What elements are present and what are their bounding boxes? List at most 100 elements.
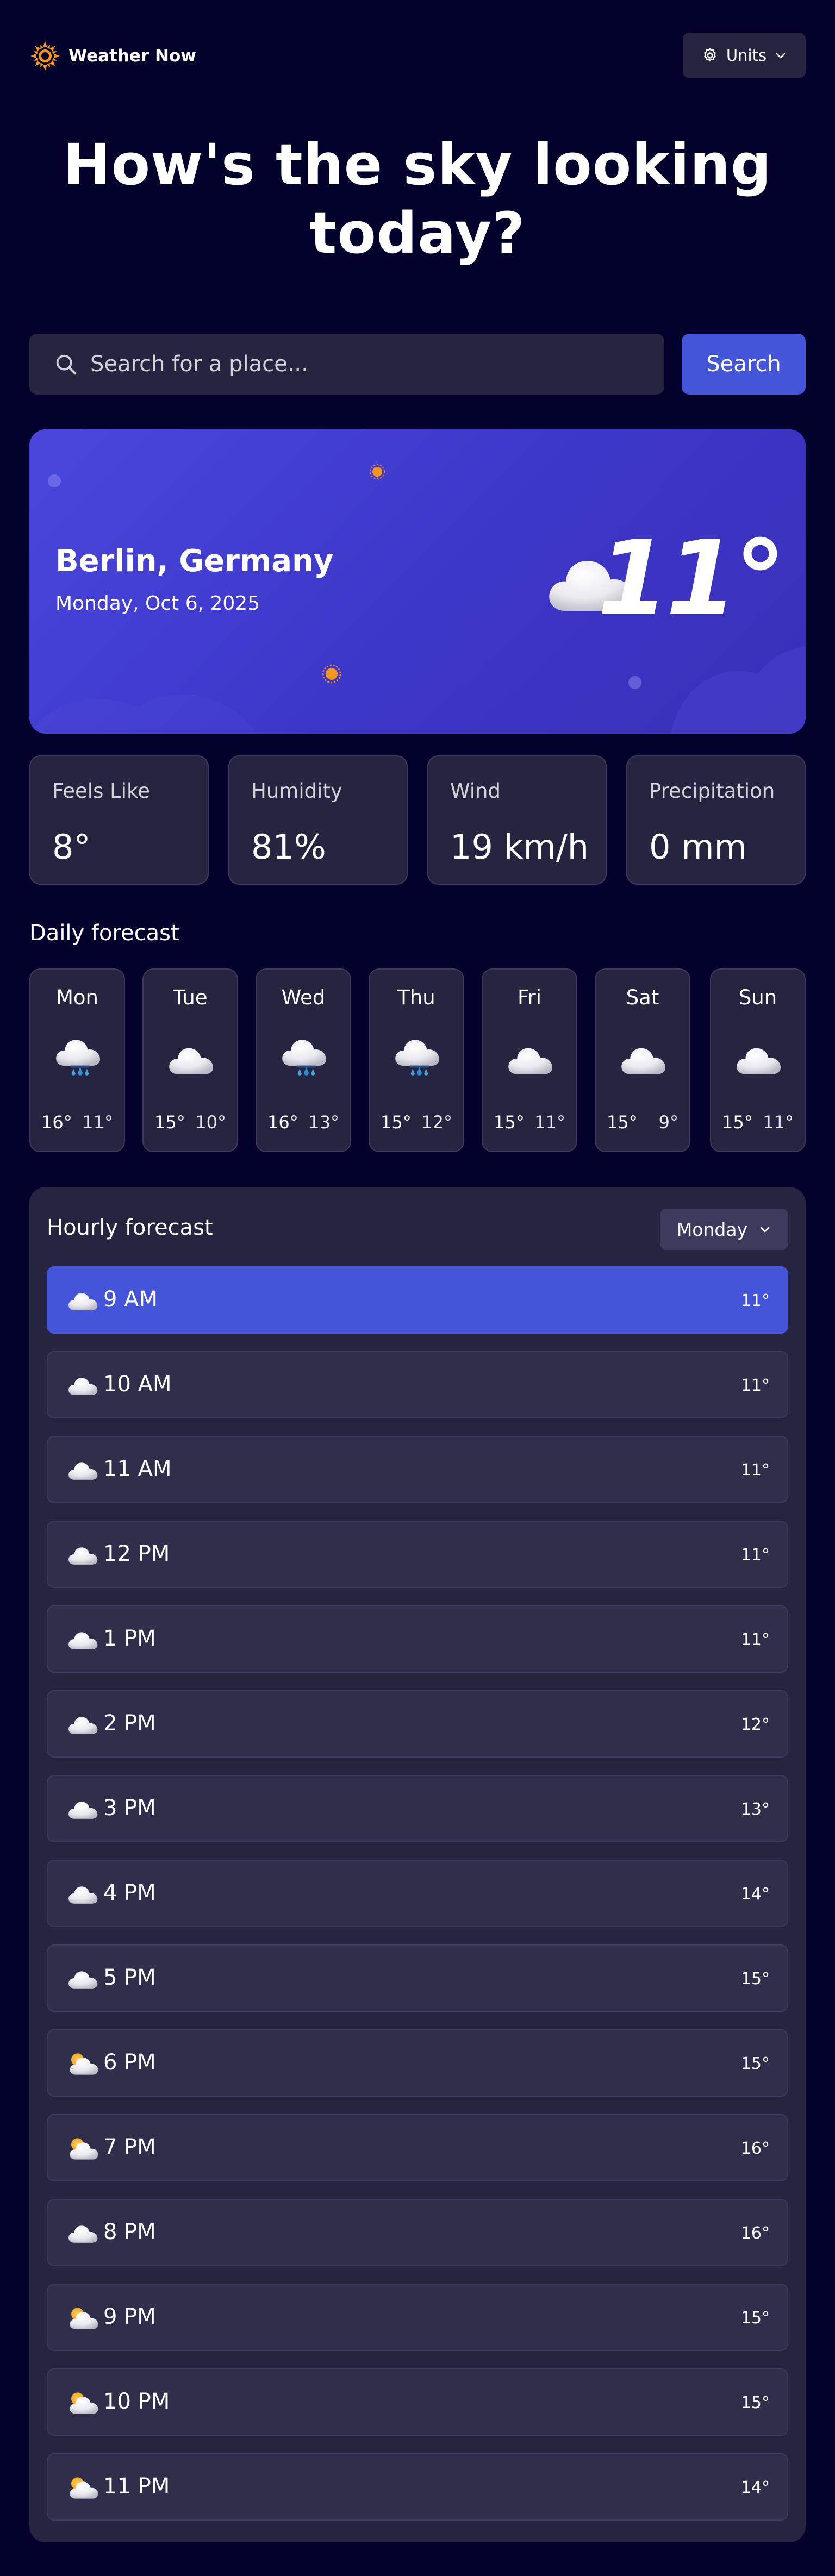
headline-line-1: How's the sky looking: [63, 132, 772, 198]
search-button[interactable]: Search: [682, 334, 806, 395]
daily-card-wed[interactable]: Wed 16° 13°: [256, 968, 351, 1152]
day-name: Sat: [626, 986, 659, 1009]
hourly-row[interactable]: 11 AM 11°: [47, 1436, 788, 1503]
hour-temp: 11°: [740, 1376, 770, 1395]
cloud-icon: [735, 1043, 783, 1077]
top-bar: Weather Now Units: [29, 33, 806, 79]
hour-time: 12 PM: [103, 1541, 170, 1566]
cloud-icon: [67, 1289, 99, 1313]
hour-temp: 15°: [740, 2393, 770, 2412]
cloud-icon: [67, 1459, 99, 1483]
partly-sunny-icon: [67, 2052, 99, 2076]
hour-time: 1 PM: [103, 1626, 156, 1651]
hourly-row[interactable]: 11 PM 14°: [47, 2453, 788, 2521]
hour-time: 2 PM: [103, 1711, 156, 1736]
location-name: Berlin, Germany: [55, 543, 334, 579]
hourly-row[interactable]: 4 PM 14°: [47, 1860, 788, 1927]
cloud-icon: [67, 1967, 99, 1991]
cloud-icon: [67, 1628, 99, 1652]
page-headline: How's the sky looking today?: [29, 130, 806, 267]
partly-sunny-icon: [67, 2391, 99, 2415]
cloud-icon: [620, 1043, 668, 1077]
daily-card-tue[interactable]: Tue 15° 10°: [142, 968, 238, 1152]
hour-time: 3 PM: [103, 1796, 156, 1821]
cloud-icon: [507, 1043, 554, 1077]
chevron-down-icon: [776, 53, 786, 59]
search-input[interactable]: [90, 352, 634, 377]
headline-line-2: today?: [309, 200, 526, 266]
search-icon: [56, 354, 77, 375]
day-high: 15°: [154, 1112, 185, 1133]
day-name: Fri: [517, 986, 542, 1009]
current-weather-card: Berlin, Germany Monday, Oct 6, 2025 11°: [29, 429, 806, 734]
rain-cloud-icon: [394, 1037, 441, 1080]
partly-sunny-icon: [67, 2306, 99, 2330]
units-label: Units: [726, 46, 767, 65]
sun-sparkle-icon: [322, 664, 341, 684]
app-name: Weather Now: [68, 46, 196, 66]
daily-card-mon[interactable]: Mon 16° 11°: [29, 968, 125, 1152]
hourly-row[interactable]: 9 AM 11°: [47, 1266, 788, 1334]
daily-card-sun[interactable]: Sun 15° 11°: [710, 968, 806, 1152]
hour-time: 10 AM: [103, 1372, 172, 1397]
day-low: 12°: [421, 1112, 452, 1133]
hour-time: 5 PM: [103, 1965, 156, 1990]
hourly-forecast-panel: Hourly forecast Monday 9 AM 11° 10 AM 11…: [29, 1187, 806, 2542]
hour-temp: 11°: [740, 1291, 770, 1310]
day-low: 10°: [195, 1112, 226, 1133]
stat-value: 0 mm: [649, 827, 747, 867]
sun-logo-icon: [30, 41, 60, 71]
day-low: 11°: [534, 1112, 565, 1133]
hourly-row[interactable]: 5 PM 15°: [47, 1944, 788, 2012]
day-name: Mon: [55, 986, 98, 1009]
day-high: 16°: [267, 1112, 298, 1133]
hour-time: 6 PM: [103, 2050, 156, 2075]
day-low: 11°: [763, 1112, 794, 1133]
hourly-row[interactable]: 10 PM 15°: [47, 2368, 788, 2436]
day-select-dropdown[interactable]: Monday: [660, 1209, 788, 1250]
hourly-row[interactable]: 12 PM 11°: [47, 1521, 788, 1588]
hour-time: 4 PM: [103, 1880, 156, 1905]
brand[interactable]: Weather Now: [29, 40, 196, 72]
hour-temp: 14°: [740, 2478, 770, 2497]
day-high: 15°: [494, 1112, 525, 1133]
hour-temp: 11°: [740, 1461, 770, 1480]
day-high: 15°: [607, 1112, 638, 1133]
hour-temp: 16°: [740, 2224, 770, 2243]
chevron-down-icon: [760, 1227, 770, 1233]
hour-temp: 12°: [740, 1715, 770, 1734]
daily-forecast-title: Daily forecast: [29, 921, 179, 946]
hour-temp: 11°: [740, 1630, 770, 1649]
cloud-icon: [67, 1798, 99, 1822]
cloud-icon: [167, 1043, 215, 1077]
partly-sunny-icon: [67, 2476, 99, 2500]
hourly-row[interactable]: 9 PM 15°: [47, 2284, 788, 2351]
hourly-row[interactable]: 10 AM 11°: [47, 1351, 788, 1418]
current-date: Monday, Oct 6, 2025: [55, 592, 260, 615]
hourly-row[interactable]: 8 PM 16°: [47, 2199, 788, 2266]
day-name: Sun: [738, 986, 777, 1009]
hourly-row[interactable]: 7 PM 16°: [47, 2114, 788, 2181]
cloud-icon: [67, 1543, 99, 1567]
stat-value: 81%: [251, 827, 326, 867]
day-high: 15°: [722, 1112, 753, 1133]
hour-temp: 14°: [740, 1885, 770, 1904]
cloud-icon: [67, 2222, 99, 2246]
hourly-row[interactable]: 1 PM 11°: [47, 1605, 788, 1673]
daily-card-fri[interactable]: Fri 15° 11°: [482, 968, 577, 1152]
hour-temp: 13°: [740, 1800, 770, 1819]
day-name: Thu: [397, 986, 435, 1009]
hourly-row[interactable]: 2 PM 12°: [47, 1690, 788, 1758]
hourly-row[interactable]: 6 PM 15°: [47, 2029, 788, 2097]
hourly-forecast-title: Hourly forecast: [47, 1215, 213, 1240]
day-high: 15°: [381, 1112, 412, 1133]
day-name: Tue: [173, 986, 208, 1009]
cloud-icon: [67, 1713, 99, 1737]
daily-card-sat[interactable]: Sat 15° 9°: [595, 968, 690, 1152]
stat-value: 19 km/h: [450, 827, 589, 867]
daily-card-thu[interactable]: Thu 15° 12°: [369, 968, 464, 1152]
units-button[interactable]: Units: [683, 33, 806, 78]
search-box[interactable]: [29, 334, 664, 395]
hour-time: 9 PM: [103, 2304, 156, 2329]
hourly-row[interactable]: 3 PM 13°: [47, 1775, 788, 1842]
